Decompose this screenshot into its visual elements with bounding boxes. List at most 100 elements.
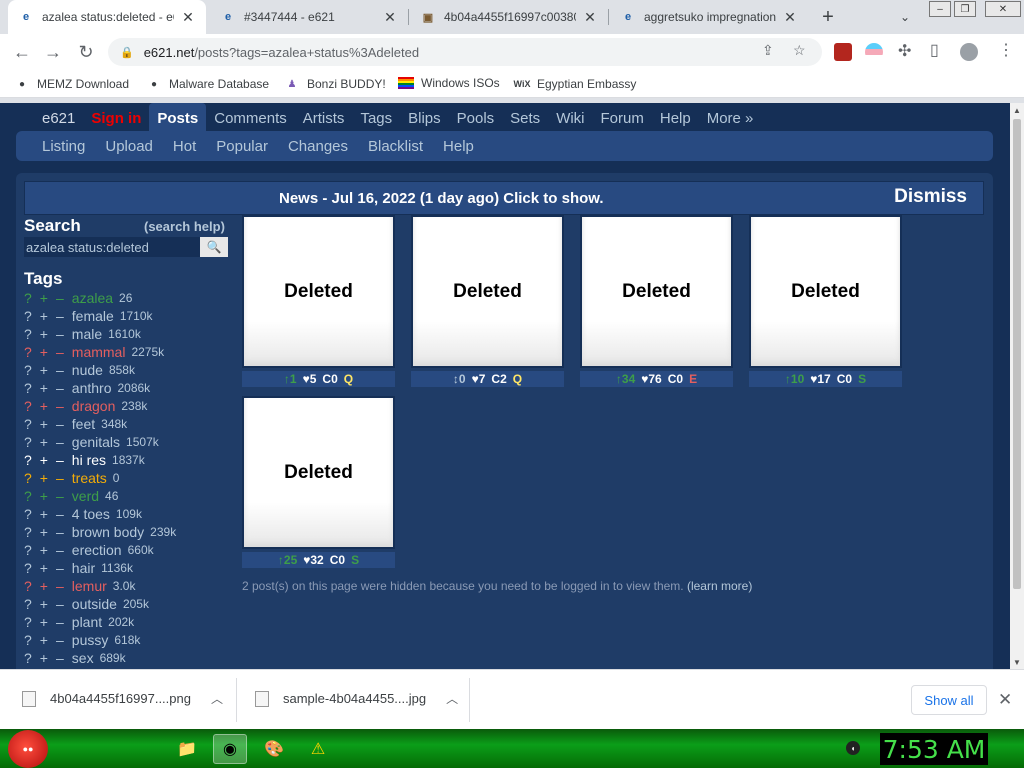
search-icon[interactable]: 🔍 <box>200 237 228 257</box>
tab-azalea-status-deleted[interactable]: e azalea status:deleted - e621 ✕ <box>8 0 206 34</box>
tag-exclude-link[interactable]: – <box>56 560 64 576</box>
subnav-help[interactable]: Help <box>433 138 484 155</box>
tag-add-link[interactable]: + <box>40 614 48 630</box>
tag-name-link[interactable]: outside <box>72 596 117 612</box>
tag-wiki-link[interactable]: ? <box>24 326 32 342</box>
tag-name-link[interactable]: male <box>72 326 102 342</box>
tag-exclude-link[interactable]: – <box>56 452 64 468</box>
extensions-puzzle-icon[interactable]: ✣ <box>898 41 911 61</box>
tag-add-link[interactable]: + <box>40 398 48 414</box>
nav-sets[interactable]: Sets <box>502 103 548 133</box>
site-logo-link[interactable]: e621 <box>26 103 83 133</box>
tag-add-link[interactable]: + <box>40 578 48 594</box>
minimize-button[interactable]: – <box>929 1 951 17</box>
tag-name-link[interactable]: dragon <box>72 398 116 414</box>
tag-wiki-link[interactable]: ? <box>24 632 32 648</box>
tag-add-link[interactable]: + <box>40 632 48 648</box>
tag-exclude-link[interactable]: – <box>56 326 64 342</box>
chrome-icon[interactable]: ◉ <box>213 734 247 764</box>
nav-forum[interactable]: Forum <box>593 103 652 133</box>
profile-avatar-icon[interactable] <box>960 43 978 61</box>
tag-wiki-link[interactable]: ? <box>24 542 32 558</box>
tag-name-link[interactable]: female <box>72 308 114 324</box>
subnav-listing[interactable]: Listing <box>32 138 95 155</box>
page-scrollbar[interactable]: ▲ ▼ <box>1010 103 1024 669</box>
post-thumbnail[interactable]: Deleted ↑10 ♥17 C0 S <box>749 215 902 387</box>
nav-artists[interactable]: Artists <box>295 103 353 133</box>
show-all-button[interactable]: Show all <box>911 685 987 715</box>
nav-posts[interactable]: Posts <box>149 103 207 133</box>
tag-exclude-link[interactable]: – <box>56 398 64 414</box>
tag-wiki-link[interactable]: ? <box>24 398 32 414</box>
bookmark-star-icon[interactable]: ☆ <box>793 42 806 59</box>
tag-wiki-link[interactable]: ? <box>24 380 32 396</box>
subnav-popular[interactable]: Popular <box>206 138 278 155</box>
tag-exclude-link[interactable]: – <box>56 524 64 540</box>
tag-name-link[interactable]: feet <box>72 416 95 432</box>
reload-icon[interactable]: ↻ <box>74 40 98 64</box>
tag-exclude-link[interactable]: – <box>56 632 64 648</box>
bookmark-memz[interactable]: ● MEMZ Download <box>14 76 129 92</box>
tag-add-link[interactable]: + <box>40 452 48 468</box>
tag-add-link[interactable]: + <box>40 542 48 558</box>
maximize-button[interactable]: ❐ <box>954 1 976 17</box>
file-explorer-icon[interactable]: 📁 <box>170 734 204 764</box>
tag-add-link[interactable]: + <box>40 344 48 360</box>
forward-arrow-icon[interactable]: → <box>41 40 65 64</box>
nav-pools[interactable]: Pools <box>449 103 503 133</box>
tag-wiki-link[interactable]: ? <box>24 470 32 486</box>
tag-add-link[interactable]: + <box>40 380 48 396</box>
news-text[interactable]: News - Jul 16, 2022 (1 day ago) Click to… <box>0 190 604 207</box>
tag-wiki-link[interactable]: ? <box>24 560 32 576</box>
nav-tags[interactable]: Tags <box>352 103 400 133</box>
tag-name-link[interactable]: erection <box>72 542 122 558</box>
tag-add-link[interactable]: + <box>40 506 48 522</box>
deleted-placeholder[interactable]: Deleted <box>242 215 395 368</box>
trans-flag-extension-icon[interactable] <box>865 43 883 61</box>
nav-sign-in[interactable]: Sign in <box>83 103 149 133</box>
tag-exclude-link[interactable]: – <box>56 344 64 360</box>
side-panel-icon[interactable]: ▯ <box>930 40 939 60</box>
nav-wiki[interactable]: Wiki <box>548 103 592 133</box>
tag-name-link[interactable]: genitals <box>72 434 120 450</box>
close-tab-icon[interactable]: ✕ <box>582 9 598 25</box>
tag-add-link[interactable]: + <box>40 290 48 306</box>
nav-more[interactable]: More » <box>699 103 762 133</box>
tag-add-link[interactable]: + <box>40 308 48 324</box>
tag-name-link[interactable]: sex <box>72 650 94 666</box>
tag-name-link[interactable]: mammal <box>72 344 126 360</box>
deleted-placeholder[interactable]: Deleted <box>411 215 564 368</box>
tag-exclude-link[interactable]: – <box>56 542 64 558</box>
close-tab-icon[interactable]: ✕ <box>382 9 398 25</box>
tab-search-chevron-icon[interactable]: ⌄ <box>895 7 915 27</box>
tab-aggretsuko[interactable]: e aggretsuko impregnation ✕ <box>610 0 808 34</box>
tag-exclude-link[interactable]: – <box>56 362 64 378</box>
close-window-button[interactable]: ✕ <box>985 1 1021 17</box>
chevron-up-icon[interactable]: ︿ <box>446 690 458 707</box>
tag-exclude-link[interactable]: – <box>56 506 64 522</box>
download-item-jpg[interactable]: sample-4b04a4455....jpg ︿ <box>255 690 458 707</box>
tag-wiki-link[interactable]: ? <box>24 596 32 612</box>
tag-add-link[interactable]: + <box>40 326 48 342</box>
tag-add-link[interactable]: + <box>40 560 48 576</box>
deleted-placeholder[interactable]: Deleted <box>749 215 902 368</box>
post-thumbnail[interactable]: Deleted ↑34 ♥76 C0 E <box>580 215 733 387</box>
tag-add-link[interactable]: + <box>40 650 48 666</box>
tag-exclude-link[interactable]: – <box>56 650 64 666</box>
tag-exclude-link[interactable]: – <box>56 434 64 450</box>
bookmark-windows-isos[interactable]: Windows ISOs <box>398 76 500 90</box>
search-input[interactable] <box>24 237 200 257</box>
tag-wiki-link[interactable]: ? <box>24 650 32 666</box>
tag-add-link[interactable]: + <box>40 416 48 432</box>
tag-wiki-link[interactable]: ? <box>24 524 32 540</box>
deleted-placeholder[interactable]: Deleted <box>580 215 733 368</box>
tag-exclude-link[interactable]: – <box>56 614 64 630</box>
tab-3447444[interactable]: e #3447444 - e621 ✕ <box>210 0 408 34</box>
tag-add-link[interactable]: + <box>40 434 48 450</box>
tag-wiki-link[interactable]: ? <box>24 434 32 450</box>
subnav-hot[interactable]: Hot <box>163 138 206 155</box>
bookmark-malware-database[interactable]: ● Malware Database <box>146 76 269 92</box>
tag-name-link[interactable]: hi res <box>72 452 106 468</box>
new-tab-button[interactable]: + <box>816 5 840 29</box>
tag-name-link[interactable]: azalea <box>72 290 113 306</box>
